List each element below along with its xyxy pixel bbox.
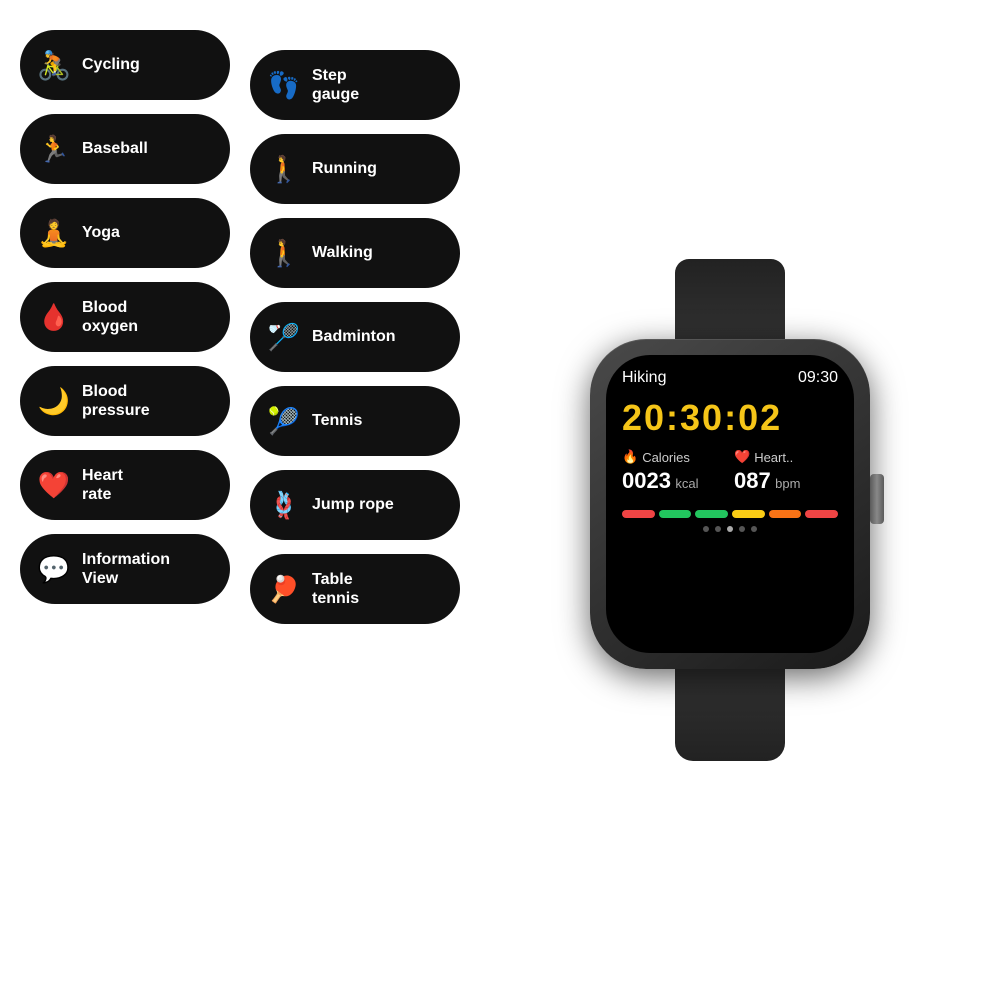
current-time: 09:30 (798, 369, 838, 387)
pill-baseball[interactable]: 🏃 Baseball (20, 114, 230, 184)
heart-label-row: ❤️ Heart.. (734, 449, 838, 465)
timer-display: 20:30:02 (622, 397, 838, 439)
walking-icon: 🚶 (266, 238, 302, 269)
progress-seg-5 (769, 510, 802, 518)
page-dot-1 (703, 526, 709, 532)
pill-information-view[interactable]: 💬 Information View (20, 534, 230, 604)
heart-rate-label: Heart rate (82, 466, 123, 504)
jump-rope-label: Jump rope (312, 495, 394, 514)
pill-blood-oxygen[interactable]: 🩸 Blood oxygen (20, 282, 230, 352)
pill-table-tennis[interactable]: 🏓 Table tennis (250, 554, 460, 624)
progress-seg-6 (805, 510, 838, 518)
blood-pressure-icon: 🌙 (36, 386, 72, 417)
watch-screen: Hiking 09:30 20:30:02 🔥 Calories (606, 355, 854, 653)
blood-oxygen-icon: 🩸 (36, 302, 72, 333)
baseball-label: Baseball (82, 139, 148, 158)
information-view-label: Information View (82, 550, 170, 588)
baseball-icon: 🏃 (36, 134, 72, 165)
fire-icon: 🔥 (622, 449, 638, 465)
tennis-label: Tennis (312, 411, 362, 430)
heart-icon: ❤️ (734, 449, 750, 465)
dot-row (622, 526, 838, 532)
calories-value: 0023 (622, 468, 671, 493)
step-gauge-icon: 👣 (266, 70, 302, 101)
pill-tennis[interactable]: 🎾 Tennis (250, 386, 460, 456)
running-icon: 🚶 (266, 154, 302, 185)
pill-badminton[interactable]: 🏸 Badminton (250, 302, 460, 372)
cycling-label: Cycling (82, 55, 140, 74)
badminton-label: Badminton (312, 327, 396, 346)
blood-pressure-label: Blood pressure (82, 382, 150, 420)
page-dot-2 (715, 526, 721, 532)
pill-jump-rope[interactable]: 🪢 Jump rope (250, 470, 460, 540)
heart-metric: ❤️ Heart.. 087 bpm (734, 449, 838, 494)
heart-unit: bpm (775, 476, 800, 491)
tennis-icon: 🎾 (266, 406, 302, 437)
yoga-label: Yoga (82, 223, 120, 242)
heart-value-row: 087 bpm (734, 468, 838, 494)
calories-value-row: 0023 kcal (622, 468, 726, 494)
main-container: 🚴 Cycling 🏃 Baseball 🧘 Yoga 🩸 Blood oxyg… (0, 0, 1000, 1000)
activity-title: Hiking (622, 369, 666, 387)
table-tennis-icon: 🏓 (266, 574, 302, 605)
calories-metric: 🔥 Calories 0023 kcal (622, 449, 726, 494)
progress-seg-1 (622, 510, 655, 518)
metrics-row: 🔥 Calories 0023 kcal ❤️ (622, 449, 838, 494)
pill-blood-pressure[interactable]: 🌙 Blood pressure (20, 366, 230, 436)
watch-crown (870, 474, 884, 524)
pill-running[interactable]: 🚶 Running (250, 134, 460, 204)
pill-heart-rate[interactable]: ❤️ Heart rate (20, 450, 230, 520)
table-tennis-label: Table tennis (312, 570, 359, 608)
right-feature-column: 👣 Step gauge 🚶 Running 🚶 Walking 🏸 Badmi… (250, 50, 460, 970)
information-view-icon: 💬 (36, 554, 72, 585)
pill-walking[interactable]: 🚶 Walking (250, 218, 460, 288)
pill-step-gauge[interactable]: 👣 Step gauge (250, 50, 460, 120)
watch-body: Hiking 09:30 20:30:02 🔥 Calories (590, 339, 870, 669)
calories-label: Calories (642, 450, 690, 465)
yoga-icon: 🧘 (36, 218, 72, 249)
watch-band-bottom (675, 661, 785, 761)
screen-header: Hiking 09:30 (622, 369, 838, 387)
calories-unit: kcal (675, 476, 698, 491)
progress-bar-row (622, 510, 838, 518)
watch-band-top (675, 259, 785, 349)
progress-seg-2 (659, 510, 692, 518)
step-gauge-label: Step gauge (312, 66, 359, 104)
watch-wrapper: Hiking 09:30 20:30:02 🔥 Calories (590, 259, 870, 761)
progress-seg-3 (695, 510, 728, 518)
heart-rate-icon: ❤️ (36, 470, 72, 501)
heart-label: Heart.. (754, 450, 793, 465)
running-label: Running (312, 159, 377, 178)
pill-cycling[interactable]: 🚴 Cycling (20, 30, 230, 100)
pill-yoga[interactable]: 🧘 Yoga (20, 198, 230, 268)
screen-content: Hiking 09:30 20:30:02 🔥 Calories (606, 355, 854, 653)
blood-oxygen-label: Blood oxygen (82, 298, 138, 336)
jump-rope-icon: 🪢 (266, 490, 302, 521)
walking-label: Walking (312, 243, 373, 262)
page-dot-5 (751, 526, 757, 532)
badminton-icon: 🏸 (266, 322, 302, 353)
heart-value: 087 (734, 468, 771, 493)
page-dot-3 (727, 526, 733, 532)
watch-section: Hiking 09:30 20:30:02 🔥 Calories (480, 30, 980, 970)
left-feature-column: 🚴 Cycling 🏃 Baseball 🧘 Yoga 🩸 Blood oxyg… (20, 30, 230, 970)
progress-seg-4 (732, 510, 765, 518)
calories-label-row: 🔥 Calories (622, 449, 726, 465)
cycling-icon: 🚴 (36, 49, 72, 82)
page-dot-4 (739, 526, 745, 532)
